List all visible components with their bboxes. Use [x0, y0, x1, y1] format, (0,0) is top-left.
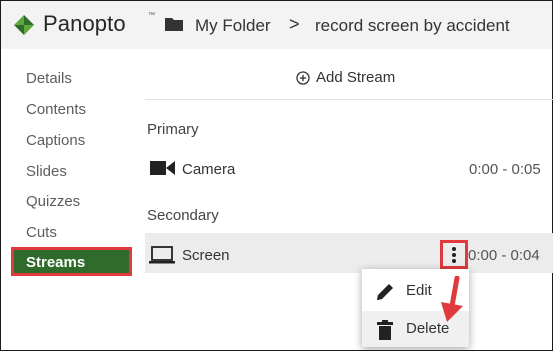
plus-circle-icon — [296, 70, 310, 85]
add-stream-button[interactable]: Add Stream — [296, 69, 395, 86]
sidebar-item-contents[interactable]: Contents — [26, 101, 86, 118]
menu-item-label: Edit — [406, 282, 432, 299]
stream-time-camera: 0:00 - 0:05 — [469, 161, 541, 178]
sidebar-item-details[interactable]: Details — [26, 70, 72, 87]
pencil-icon — [377, 284, 393, 300]
section-label-secondary: Secondary — [147, 207, 219, 224]
sidebar-item-slides[interactable]: Slides — [26, 163, 67, 180]
sidebar-item-streams[interactable]: Streams — [11, 247, 132, 276]
sidebar-item-captions[interactable]: Captions — [26, 132, 85, 149]
stream-label-camera: Camera — [182, 161, 236, 178]
folder-icon — [165, 18, 183, 31]
brand-trademark: ™ — [148, 12, 155, 19]
divider — [145, 99, 553, 100]
camera-icon — [150, 161, 175, 175]
laptop-icon — [149, 246, 175, 264]
trash-icon — [377, 320, 393, 340]
more-options-button[interactable] — [440, 240, 468, 269]
annotation-arrow-icon — [441, 276, 463, 322]
breadcrumb-session: record screen by accident — [315, 16, 510, 35]
brand-name[interactable]: Panopto — [43, 11, 126, 37]
kebab-dot — [452, 259, 456, 263]
stream-time-screen: 0:00 - 0:04 — [468, 247, 540, 264]
panopto-logo-icon — [14, 15, 34, 35]
header-bar: Panopto ™ My Folder > record screen by a… — [1, 1, 552, 49]
stream-label-screen: Screen — [182, 247, 230, 264]
breadcrumb-folder[interactable]: My Folder — [195, 16, 271, 36]
add-stream-label: Add Stream — [316, 69, 396, 86]
sidebar-item-quizzes[interactable]: Quizzes — [26, 193, 80, 210]
kebab-dot — [452, 247, 456, 251]
section-label-primary: Primary — [147, 121, 199, 138]
sidebar-item-cuts[interactable]: Cuts — [26, 224, 57, 241]
breadcrumb-separator: > — [289, 14, 300, 34]
kebab-dot — [452, 253, 456, 257]
sidebar-item-label: Streams — [26, 254, 86, 271]
